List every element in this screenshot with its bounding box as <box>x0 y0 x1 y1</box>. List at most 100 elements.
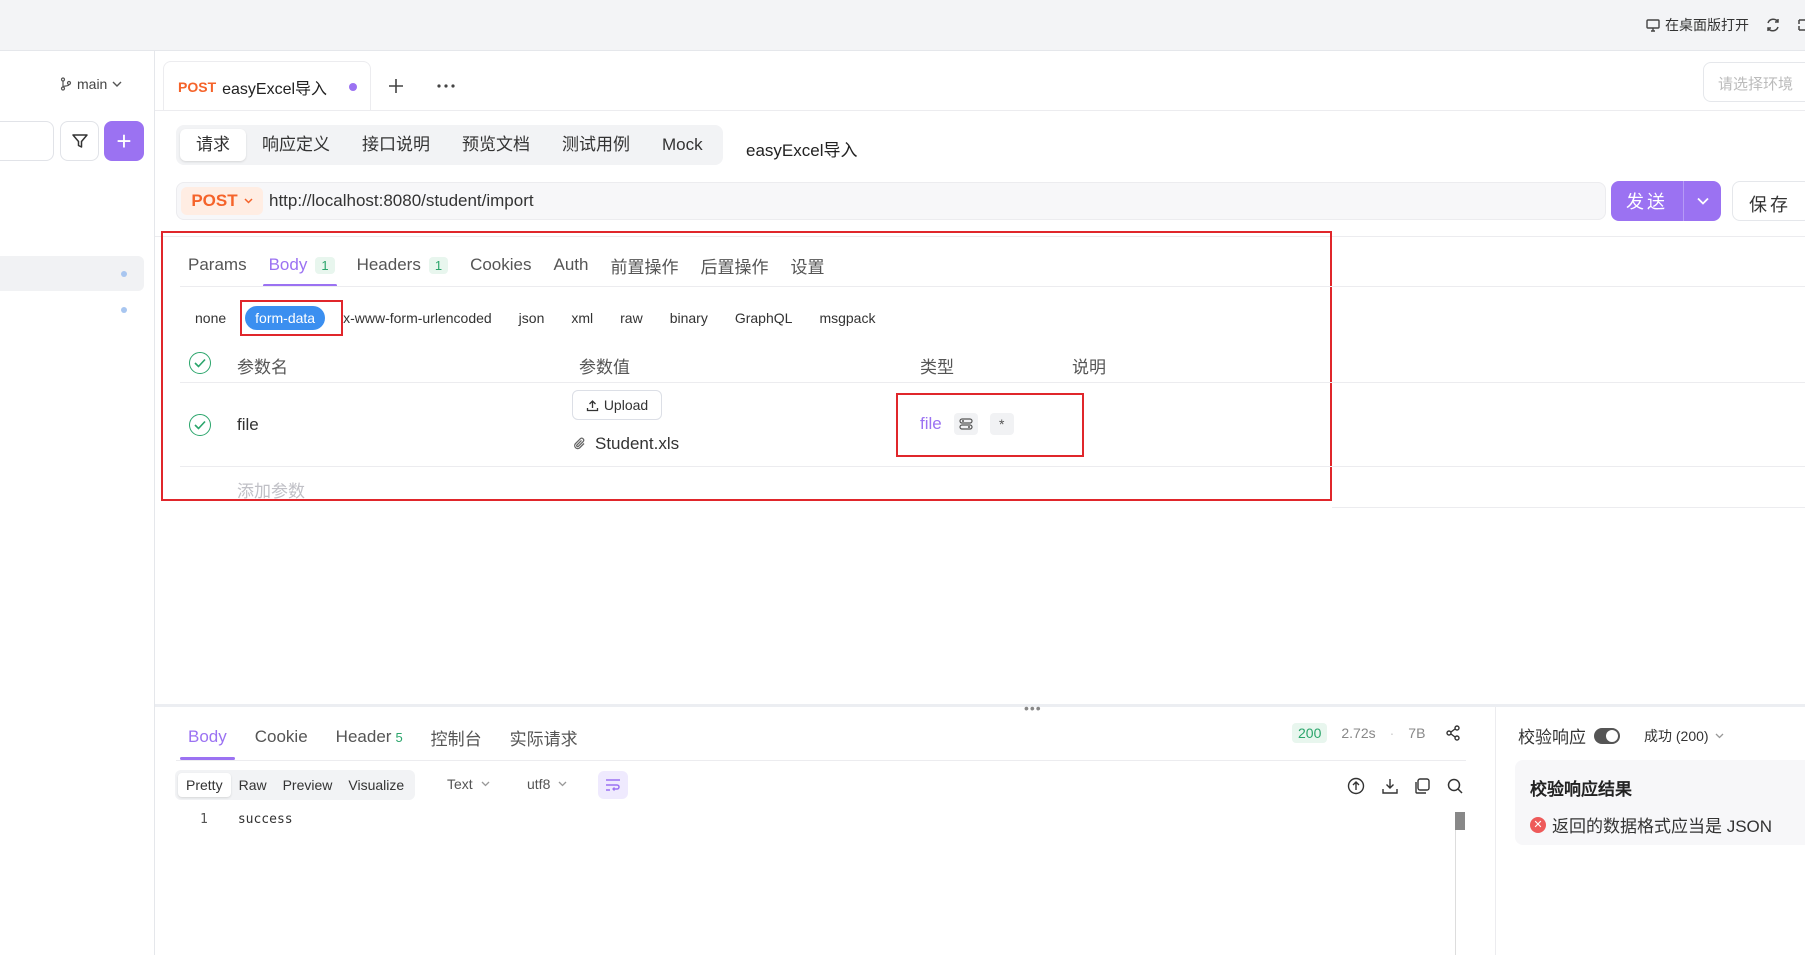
tab-headers-label: Headers <box>356 255 421 274</box>
divider <box>180 466 1805 467</box>
resp-tab-body[interactable]: Body <box>188 727 227 747</box>
monitor-icon <box>1646 19 1660 32</box>
param-name[interactable]: file <box>237 415 259 435</box>
format-visualize[interactable]: Visualize <box>340 773 412 797</box>
top-bar <box>0 0 1805 51</box>
col-header-description: 说明 <box>1072 358 1106 377</box>
tab-pre-label: 前置操作 <box>610 257 679 277</box>
subnav-mock[interactable]: Mock <box>646 129 719 161</box>
format-selector: Pretty Raw Preview Visualize <box>175 770 416 800</box>
copy-icon[interactable] <box>1413 777 1431 795</box>
tab-easyexcel-import[interactable]: POST easyExcel导入 <box>163 61 371 111</box>
format-preview[interactable]: Preview <box>275 773 341 797</box>
chevron-down-icon <box>558 781 567 787</box>
filter-button[interactable] <box>60 121 99 161</box>
tab-post-operations[interactable]: 后置操作 <box>700 253 768 278</box>
expand-icon[interactable] <box>1797 17 1805 33</box>
tab-cookies[interactable]: Cookies <box>470 255 531 275</box>
scrollbar-thumb[interactable] <box>1455 812 1465 830</box>
validation-error-text: 返回的数据格式应当是 JSON <box>1552 817 1773 836</box>
tab-body-label: Body <box>268 255 308 274</box>
status-option-select[interactable]: 成功 (200) <box>1644 726 1724 746</box>
subnav-preview-docs[interactable]: 预览文档 <box>446 129 546 161</box>
add-button[interactable]: + <box>104 121 144 161</box>
subnav-test-cases[interactable]: 测试用例 <box>546 129 646 161</box>
sidebar-item-dot <box>121 271 127 277</box>
status-option-label: 成功 (200) <box>1644 727 1709 744</box>
upload-button[interactable]: Upload <box>572 390 662 420</box>
chevron-down-icon <box>112 81 122 87</box>
subnav-response-definition[interactable]: 响应定义 <box>246 129 346 161</box>
tab-method: POST <box>178 78 217 95</box>
wrap-lines-icon <box>606 779 620 791</box>
resp-tab-actual-request[interactable]: 实际请求 <box>510 725 578 750</box>
request-tabs: Params Body 1 Headers 1 Cookies Auth 前置操作 … <box>188 250 846 280</box>
divider <box>180 286 1805 287</box>
body-type-msgpack[interactable]: msgpack <box>819 310 875 326</box>
subnav-request[interactable]: 请求 <box>180 129 246 161</box>
resize-handle-icon[interactable]: ••• <box>1024 700 1042 716</box>
line-number: 1 <box>200 812 208 827</box>
resp-tab-header[interactable]: Header 5 <box>336 727 403 747</box>
method-select[interactable]: POST <box>181 187 263 215</box>
share-icon[interactable] <box>1445 725 1461 741</box>
sidebar-search-input[interactable] <box>0 121 54 161</box>
download-icon[interactable] <box>1381 777 1399 795</box>
body-type-xml[interactable]: xml <box>571 310 593 326</box>
save-button[interactable]: 保存 <box>1732 181 1805 221</box>
body-type-json[interactable]: json <box>519 310 545 326</box>
divider <box>1332 507 1805 508</box>
attached-file[interactable]: Student.xls <box>573 434 679 454</box>
row-checkbox[interactable] <box>189 414 211 436</box>
body-type-raw[interactable]: raw <box>620 310 643 326</box>
chevron-down-icon <box>481 781 490 787</box>
select-all-checkbox[interactable] <box>189 352 211 374</box>
response-meta: 200 2.72s · 7B <box>1292 723 1461 743</box>
body-type-urlencoded[interactable]: x-www-form-urlencoded <box>343 310 492 326</box>
send-button[interactable]: 发送 <box>1611 181 1721 221</box>
line-content: success <box>237 812 293 827</box>
validation-toggle[interactable] <box>1594 727 1620 744</box>
content-type-select[interactable]: Text <box>447 776 490 792</box>
new-tab-icon[interactable] <box>388 78 404 94</box>
code-line: 1 success <box>200 812 293 827</box>
encoding-select[interactable]: utf8 <box>527 776 567 792</box>
tabs-divider <box>155 110 1805 111</box>
tab-body[interactable]: Body 1 <box>269 255 335 275</box>
wrap-lines-button[interactable] <box>598 771 628 799</box>
body-type-graphql[interactable]: GraphQL <box>735 310 793 326</box>
upload-response-icon[interactable] <box>1347 777 1365 795</box>
api-name[interactable]: easyExcel导入 <box>746 136 857 161</box>
url-input[interactable]: http://localhost:8080/student/import <box>269 191 534 211</box>
add-param-input[interactable]: 添加参数 <box>237 477 305 502</box>
subnav-api-description[interactable]: 接口说明 <box>346 129 446 161</box>
search-icon[interactable] <box>1446 777 1464 795</box>
format-raw[interactable]: Raw <box>231 773 275 797</box>
more-icon[interactable] <box>437 84 455 88</box>
body-type-binary[interactable]: binary <box>670 310 708 326</box>
tab-settings[interactable]: 设置 <box>790 253 824 278</box>
filter-icon <box>71 134 88 148</box>
branch-selector[interactable]: main <box>60 76 122 92</box>
plus-icon: + <box>116 126 132 156</box>
tab-auth[interactable]: Auth <box>553 255 588 275</box>
tab-pre-operations[interactable]: 前置操作 <box>610 253 678 278</box>
encoding-label: utf8 <box>527 776 551 792</box>
body-type-none[interactable]: none <box>195 310 226 326</box>
open-desktop-button[interactable]: 在桌面版打开 <box>1646 15 1749 35</box>
tab-headers[interactable]: Headers 1 <box>357 255 449 275</box>
sidebar <box>0 51 155 955</box>
validation-error: ✕ 返回的数据格式应当是 JSON <box>1530 812 1772 837</box>
format-pretty[interactable]: Pretty <box>178 773 231 797</box>
environment-select[interactable]: 请选择环境 <box>1703 62 1805 102</box>
tab-params[interactable]: Params <box>188 255 247 275</box>
resp-tab-cookie[interactable]: Cookie <box>255 727 308 747</box>
refresh-icon[interactable] <box>1765 17 1781 33</box>
url-bar: POST http://localhost:8080/student/impor… <box>176 182 1606 220</box>
request-subnav: 请求 响应定义 接口说明 预览文档 测试用例 Mock <box>176 125 723 165</box>
scrollbar-track[interactable] <box>1455 812 1456 955</box>
resp-tab-console[interactable]: 控制台 <box>431 725 482 750</box>
send-dropdown[interactable] <box>1684 197 1721 205</box>
git-branch-icon <box>60 77 72 91</box>
divider <box>180 382 1805 383</box>
